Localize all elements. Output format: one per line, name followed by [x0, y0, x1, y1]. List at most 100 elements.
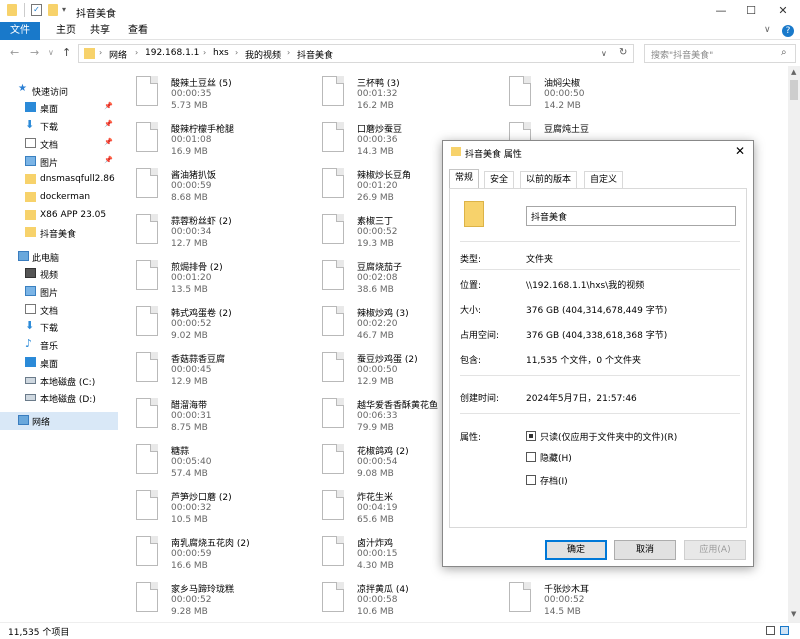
pin-icon[interactable]: 📌 [104, 156, 113, 164]
maximize-button[interactable]: ☐ [736, 0, 766, 22]
archive-label[interactable]: 存档(I) [540, 474, 568, 487]
chevron-down-icon[interactable]: ∨ [601, 49, 607, 58]
customize-quick-access-icon[interactable]: ▾ [62, 5, 66, 14]
file-item[interactable]: 三杯鸭 (3) 00:01:32 16.2 MB [306, 66, 486, 112]
file-item[interactable]: 凉拌黄瓜 (4) 00:00:58 10.6 MB [306, 572, 486, 618]
readonly-label[interactable]: 只读(仅应用于文件夹中的文件)(R) [540, 430, 677, 443]
sidebar-item-dnsmasqfull[interactable]: dnsmasqfull2.86 [0, 171, 118, 188]
breadcrumb-separator[interactable]: › [235, 48, 238, 57]
recent-locations-icon[interactable]: ∨ [48, 48, 54, 57]
file-item[interactable]: 糖蒜 00:05:40 57.4 MB [120, 434, 300, 480]
back-arrow-icon[interactable]: ← [10, 46, 19, 59]
file-item[interactable]: 酱油猪扒饭 00:00:59 8.68 MB [120, 158, 300, 204]
sidebar-item-x86-app[interactable]: X86 APP 23.05 [0, 207, 118, 224]
file-duration: 00:00:52 [171, 319, 212, 329]
breadcrumb-separator[interactable]: › [135, 48, 138, 57]
sidebar-item-disk-c[interactable]: 本地磁盘 (C:) [0, 372, 118, 389]
vertical-scrollbar[interactable]: ▲ ▼ [788, 66, 800, 622]
pin-icon[interactable]: 📌 [104, 138, 113, 146]
tab-share[interactable]: 共享 [80, 22, 120, 40]
new-folder-icon[interactable] [48, 4, 58, 16]
tab-customize[interactable]: 自定义 [584, 171, 624, 188]
address-bar[interactable]: › 网络 › 192.168.1.1 › hxs › 我的视频 › 抖音美食 ∨… [78, 44, 634, 63]
sidebar-item-downloads[interactable]: ⬇ 下载 📌 [0, 117, 118, 134]
sidebar-item-quick-access[interactable]: ★ 快速访问 [0, 82, 118, 99]
tab-security[interactable]: 安全 [484, 171, 515, 188]
file-item[interactable]: 醋溜海带 00:00:31 8.75 MB [120, 388, 300, 434]
hidden-checkbox[interactable] [526, 452, 536, 462]
forward-arrow-icon[interactable]: → [30, 46, 39, 59]
breadcrumb-share[interactable]: hxs [213, 48, 229, 58]
dialog-close-button[interactable]: ✕ [735, 144, 745, 158]
sidebar-item-music[interactable]: ♪ 音乐 [0, 336, 118, 353]
help-icon[interactable]: ? [782, 25, 794, 37]
file-item[interactable]: 千张炒木耳 00:00:52 14.5 MB [493, 572, 673, 618]
search-input[interactable]: 搜索"抖音美食" ⌕ [644, 44, 796, 63]
pin-icon[interactable]: 📌 [104, 102, 113, 110]
properties-icon[interactable]: ✓ [31, 4, 42, 16]
sidebar-item-douyin-food[interactable]: 抖音美食 [0, 224, 118, 241]
up-arrow-icon[interactable]: ↑ [62, 46, 71, 59]
sidebar-item-pictures-pc[interactable]: 图片 [0, 283, 118, 300]
breadcrumb-separator[interactable]: › [99, 48, 102, 57]
breadcrumb-separator[interactable]: › [287, 48, 290, 57]
sidebar-item-documents-pc[interactable]: 文档 [0, 301, 118, 318]
file-item[interactable]: 香菇蒜香豆腐 00:00:45 12.9 MB [120, 342, 300, 388]
folder-name-field[interactable]: 抖音美食 [526, 206, 736, 226]
tab-general[interactable]: 常规 [449, 169, 480, 188]
hidden-label[interactable]: 隐藏(H) [540, 451, 572, 464]
file-name: 越华爱香香酥黄花鱼 [357, 401, 439, 411]
folder-icon [25, 192, 36, 202]
file-item[interactable]: 家乡马蹄玲珑糕 00:00:52 9.28 MB [120, 572, 300, 618]
sidebar-item-this-pc[interactable]: 此电脑 [0, 248, 118, 265]
refresh-icon[interactable]: ↻ [619, 47, 627, 58]
details-view-icon[interactable] [766, 626, 775, 635]
sidebar-item-label: dockerman [40, 192, 91, 202]
sidebar-item-desktop[interactable]: 桌面 📌 [0, 99, 118, 116]
breadcrumb-separator[interactable]: › [203, 48, 206, 57]
sidebar-item-label: 音乐 [40, 342, 59, 352]
large-icons-view-icon[interactable] [780, 626, 789, 635]
file-item[interactable]: 南乳腐烧五花肉 (2) 00:00:59 16.6 MB [120, 526, 300, 572]
created-label: 创建时间: [460, 394, 500, 404]
tab-view[interactable]: 查看 [118, 22, 158, 40]
file-duration: 00:01:08 [171, 135, 212, 145]
sidebar-item-pictures[interactable]: 图片 📌 [0, 153, 118, 170]
sidebar-item-videos[interactable]: 视频 [0, 265, 118, 282]
breadcrumb-current[interactable]: 抖音美食 [297, 48, 333, 61]
breadcrumb-host[interactable]: 192.168.1.1 [145, 48, 199, 58]
file-item[interactable]: 蒜蓉粉丝虾 (2) 00:00:34 12.7 MB [120, 204, 300, 250]
file-item[interactable]: 酸辣土豆丝 (5) 00:00:35 5.73 MB [120, 66, 300, 112]
scroll-down-icon[interactable]: ▼ [791, 610, 796, 618]
sidebar-item-desktop-pc[interactable]: 桌面 [0, 354, 118, 371]
file-item[interactable]: 酸辣柠檬手枪腿 00:01:08 16.9 MB [120, 112, 300, 158]
file-item[interactable]: 芦笋炒口蘑 (2) 00:00:32 10.5 MB [120, 480, 300, 526]
file-item[interactable]: 煎焗排骨 (2) 00:01:20 13.5 MB [120, 250, 300, 296]
file-item[interactable]: 韩式鸡蛋卷 (2) 00:00:52 9.02 MB [120, 296, 300, 342]
ok-button[interactable]: 确定 [545, 540, 607, 560]
file-item[interactable]: 油焖尖椒 00:00:50 14.2 MB [493, 66, 673, 112]
cancel-button[interactable]: 取消 [614, 540, 676, 560]
breadcrumb-my-videos[interactable]: 我的视频 [245, 48, 281, 61]
sidebar-item-documents[interactable]: 文档 📌 [0, 135, 118, 152]
close-button[interactable]: ✕ [768, 0, 798, 22]
archive-checkbox[interactable] [526, 475, 536, 485]
scroll-up-icon[interactable]: ▲ [791, 68, 796, 76]
sidebar-item-disk-d[interactable]: 本地磁盘 (D:) [0, 389, 118, 406]
minimize-button[interactable]: — [706, 0, 736, 22]
file-size: 19.3 MB [357, 239, 394, 249]
chevron-down-icon[interactable]: ∨ [764, 25, 771, 35]
tab-file[interactable]: 文件 [0, 22, 40, 40]
file-name: 素椒三丁 [357, 217, 394, 227]
location-label: 位置: [460, 281, 482, 291]
breadcrumb-network[interactable]: 网络 [109, 48, 127, 61]
search-icon[interactable]: ⌕ [781, 47, 787, 58]
readonly-checkbox[interactable] [526, 431, 536, 441]
apply-button[interactable]: 应用(A) [684, 540, 746, 560]
sidebar-item-downloads-pc[interactable]: ⬇ 下载 [0, 318, 118, 335]
pin-icon[interactable]: 📌 [104, 120, 113, 128]
sidebar-item-dockerman[interactable]: dockerman [0, 189, 118, 206]
sidebar-item-network[interactable]: 网络 [0, 412, 118, 430]
tab-previous-versions[interactable]: 以前的版本 [520, 171, 578, 188]
scroll-thumb[interactable] [790, 80, 798, 100]
